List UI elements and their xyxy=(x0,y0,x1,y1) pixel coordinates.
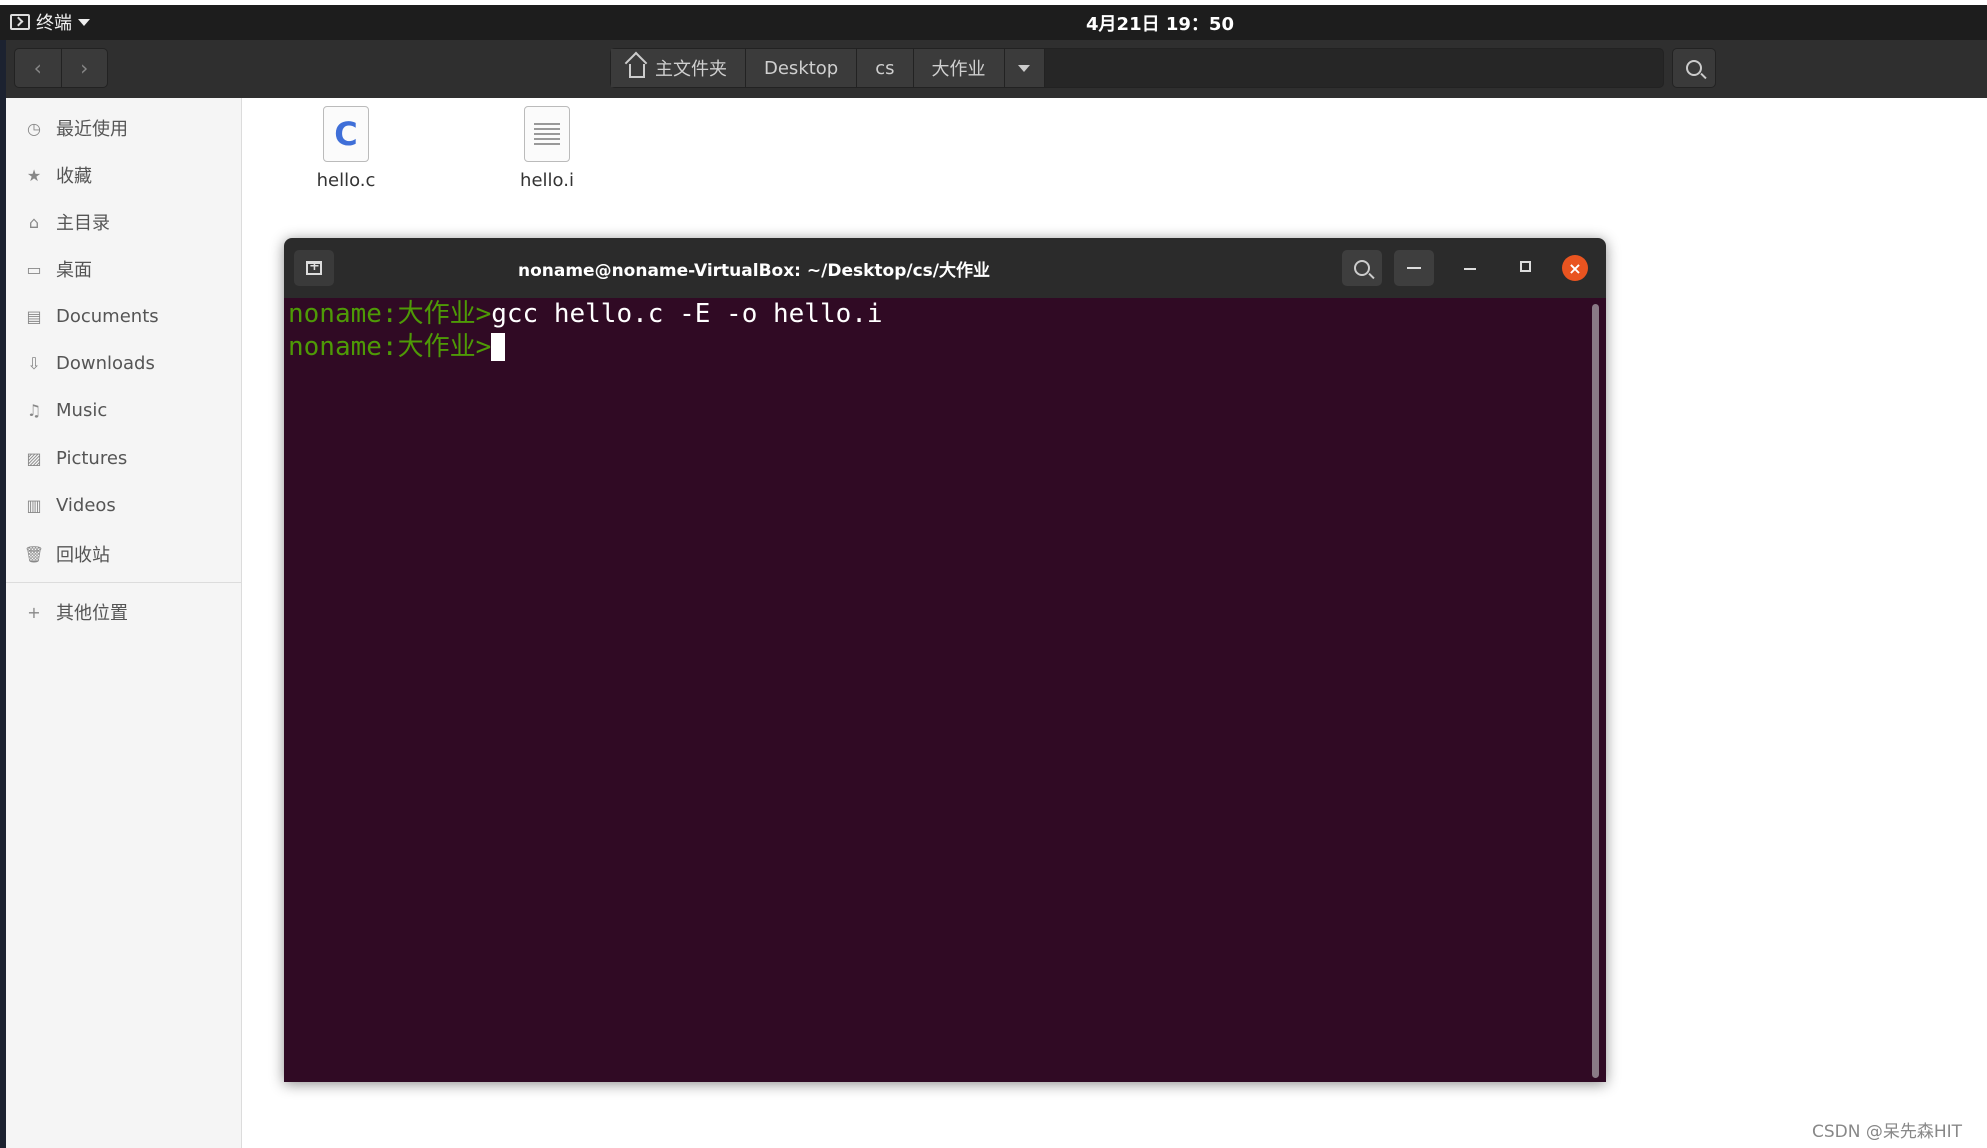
picture-icon: ▨ xyxy=(26,448,42,468)
sidebar-item-label: Videos xyxy=(56,494,116,516)
close-icon: × xyxy=(1568,258,1582,278)
shell-prompt: noname:大作业> xyxy=(288,299,492,329)
file-hello-c[interactable]: C hello.c xyxy=(291,106,401,191)
sidebar: ◷ 最近使用 ★ 收藏 ⌂ 主目录 ▭ 桌面 ▤ Documents ⇩ Dow… xyxy=(6,98,242,1148)
sidebar-item-label: Pictures xyxy=(56,447,128,469)
search-icon xyxy=(1354,260,1370,276)
new-tab-button[interactable] xyxy=(294,250,334,286)
maximize-button[interactable] xyxy=(1520,261,1531,272)
home-icon xyxy=(629,64,645,78)
breadcrumb-current[interactable]: 大作业 xyxy=(913,49,1005,87)
top-bar: 终端 4月21日 19：50 xyxy=(0,0,1987,40)
sidebar-item-other-locations[interactable]: + 其他位置 xyxy=(6,592,242,632)
sidebar-divider xyxy=(6,582,242,583)
plus-icon: + xyxy=(27,602,41,622)
path-menu-button[interactable] xyxy=(1004,49,1045,87)
terminal-window: noname@noname-VirtualBox: ~/Desktop/cs/大… xyxy=(284,238,1606,1082)
terminal-line: noname:大作业>gcc hello.c -E -o hello.i xyxy=(288,298,1606,331)
sidebar-item-label: Downloads xyxy=(56,352,155,374)
clock[interactable]: 4月21日 19：50 xyxy=(1050,10,1270,36)
scrollbar[interactable] xyxy=(1592,304,1599,1078)
sidebar-item-documents[interactable]: ▤ Documents xyxy=(6,296,242,336)
minimize-button[interactable] xyxy=(1464,268,1476,270)
back-button[interactable]: ‹ xyxy=(15,49,61,87)
terminal-search-button[interactable] xyxy=(1342,250,1382,286)
menu-button[interactable] xyxy=(1394,250,1434,286)
sidebar-item-desktop[interactable]: ▭ 桌面 xyxy=(6,249,242,289)
breadcrumb-label: 主文件夹 xyxy=(655,59,727,80)
breadcrumb-desktop[interactable]: Desktop xyxy=(746,49,858,87)
breadcrumb-cs[interactable]: cs xyxy=(857,49,914,87)
caret-down-icon xyxy=(1018,64,1031,72)
shell-prompt: noname:大作业> xyxy=(288,332,492,362)
navigation-buttons: ‹ › xyxy=(14,48,108,88)
download-icon: ⇩ xyxy=(27,353,41,373)
sidebar-item-label: 其他位置 xyxy=(56,603,128,624)
sidebar-item-starred[interactable]: ★ 收藏 xyxy=(6,155,242,195)
sidebar-item-label: 桌面 xyxy=(56,260,92,281)
search-button[interactable] xyxy=(1672,48,1716,88)
text-file-icon xyxy=(524,106,570,162)
app-menu[interactable]: 终端 xyxy=(10,8,90,36)
clock-icon: ◷ xyxy=(27,118,41,138)
sidebar-item-videos[interactable]: ▥ Videos xyxy=(6,485,242,525)
breadcrumb-label: 大作业 xyxy=(931,59,986,80)
window-title: noname@noname-VirtualBox: ~/Desktop/cs/大… xyxy=(517,261,991,281)
trash-icon: 🗑 xyxy=(23,544,45,564)
breadcrumb-home[interactable]: 主文件夹 xyxy=(611,49,746,87)
text-cursor xyxy=(491,333,506,361)
top-edge xyxy=(0,0,1987,5)
caret-down-icon xyxy=(78,18,90,26)
new-tab-icon xyxy=(306,259,322,275)
sidebar-item-home[interactable]: ⌂ 主目录 xyxy=(6,202,242,242)
sidebar-item-recent[interactable]: ◷ 最近使用 xyxy=(6,108,242,148)
sidebar-item-label: 回收站 xyxy=(56,545,110,566)
sidebar-item-downloads[interactable]: ⇩ Downloads xyxy=(6,343,242,383)
terminal-line: noname:大作业> xyxy=(288,331,1606,364)
sidebar-item-label: 主目录 xyxy=(56,213,110,234)
desktop-icon: ▭ xyxy=(26,259,42,279)
search-icon xyxy=(1686,60,1702,76)
sidebar-item-pictures[interactable]: ▨ Pictures xyxy=(6,438,242,478)
sidebar-item-label: 收藏 xyxy=(56,166,92,187)
terminal-titlebar[interactable]: noname@noname-VirtualBox: ~/Desktop/cs/大… xyxy=(284,238,1606,298)
breadcrumb-label: Desktop xyxy=(764,57,839,79)
file-hello-i[interactable]: hello.i xyxy=(492,106,602,191)
sidebar-item-label: Music xyxy=(56,399,108,421)
terminal-icon xyxy=(10,14,30,30)
watermark: CSDN @呆先森HIT xyxy=(1812,1122,1963,1142)
chevron-right-icon: › xyxy=(80,56,89,80)
sidebar-item-label: 最近使用 xyxy=(56,119,128,140)
hamburger-icon xyxy=(1407,267,1421,269)
sidebar-item-music[interactable]: ♫ Music xyxy=(6,390,242,430)
chevron-left-icon: ‹ xyxy=(33,56,42,80)
shell-command: gcc hello.c -E -o hello.i xyxy=(491,299,883,329)
forward-button[interactable]: › xyxy=(60,49,108,87)
music-icon: ♫ xyxy=(26,400,42,420)
sidebar-item-label: Documents xyxy=(56,305,159,327)
file-manager-headerbar: ‹ › 主文件夹 Desktop cs 大作业 xyxy=(6,40,1987,98)
video-icon: ▥ xyxy=(26,495,42,515)
close-button[interactable]: × xyxy=(1562,255,1588,281)
path-bar: 主文件夹 Desktop cs 大作业 xyxy=(610,48,1664,88)
app-menu-label: 终端 xyxy=(36,13,72,34)
c-source-file-icon: C xyxy=(323,106,369,162)
sidebar-item-trash[interactable]: 🗑 回收站 xyxy=(6,534,242,574)
breadcrumb-label: cs xyxy=(875,57,895,79)
document-icon: ▤ xyxy=(26,306,42,326)
terminal-content[interactable]: noname:大作业>gcc hello.c -E -o hello.i non… xyxy=(284,298,1606,1082)
file-name: hello.i xyxy=(520,170,574,191)
file-name: hello.c xyxy=(316,170,376,191)
star-icon: ★ xyxy=(26,165,42,185)
desktop-screen: 终端 4月21日 19：50 ‹ › 主文件夹 Desktop cs 大作业 ◷ xyxy=(0,0,1987,1148)
home-icon: ⌂ xyxy=(28,212,40,232)
